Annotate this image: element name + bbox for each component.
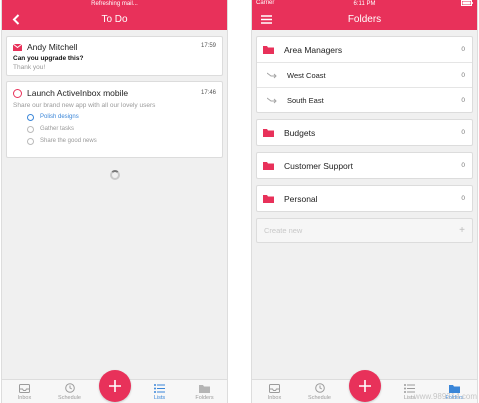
tab-label: Lists xyxy=(153,395,166,401)
status-text: Refreshing mail... xyxy=(91,1,138,7)
tab-schedule[interactable]: Schedule xyxy=(47,380,92,403)
tab-label: Inbox xyxy=(17,395,32,401)
back-button[interactable] xyxy=(9,12,23,26)
folder-label: West Coast xyxy=(287,70,326,80)
battery-icon xyxy=(461,0,473,8)
folder-label: Customer Support xyxy=(284,160,353,171)
mail-subject: Can you upgrade this? xyxy=(13,55,84,62)
folder-item[interactable]: Area Managers 0 xyxy=(257,37,472,62)
clock-icon xyxy=(314,383,325,393)
tab-schedule[interactable]: Schedule xyxy=(297,380,342,403)
tab-inbox[interactable]: Inbox xyxy=(252,380,297,403)
folder-icon xyxy=(199,385,210,393)
folders-screen: Carrier 6:11 PM Folders Area Managers 0 xyxy=(251,0,478,403)
page-title: Folders xyxy=(347,13,382,25)
folder-item[interactable]: Personal 0 xyxy=(257,186,472,211)
folder-item[interactable]: Budgets 0 xyxy=(257,120,472,145)
add-button[interactable] xyxy=(348,370,381,402)
subtask-item[interactable]: Share the good news xyxy=(27,135,216,147)
folder-count: 0 xyxy=(461,71,465,79)
mail-sender: Andy Mitchell xyxy=(27,42,78,52)
task-description: Share our brand new app with all our lov… xyxy=(13,102,156,109)
subtask-list: Polish designs Gather tasks Share the go… xyxy=(27,111,216,147)
folder-item[interactable]: Customer Support 0 xyxy=(257,153,472,178)
folder-group: Budgets 0 xyxy=(256,119,473,146)
folder-count: 0 xyxy=(461,162,465,169)
subtask-label: Gather tasks xyxy=(40,126,75,132)
task-time: 17:46 xyxy=(200,90,216,96)
subtask-label: Share the good news xyxy=(40,138,97,144)
nav-bar: To Do xyxy=(2,8,227,30)
folder-count: 0 xyxy=(461,96,465,104)
nav-bar: Folders xyxy=(252,8,477,30)
carrier-text: Carrier xyxy=(256,0,275,6)
create-folder-field[interactable]: Create new + xyxy=(256,218,473,243)
folder-count: 0 xyxy=(461,46,465,53)
mail-preview: Thank you! xyxy=(13,64,46,71)
clock-icon xyxy=(64,383,75,393)
subtask-label: Polish designs xyxy=(40,114,79,120)
folder-icon xyxy=(263,46,274,54)
subfolder-arrow-icon xyxy=(267,72,277,78)
chevron-left-icon xyxy=(12,13,20,25)
tab-bar: Inbox Schedule Lists Folders xyxy=(2,370,227,403)
folder-count: 0 xyxy=(461,129,465,136)
mail-icon xyxy=(13,43,22,51)
plus-icon xyxy=(358,380,371,392)
folder-label: Personal xyxy=(284,193,318,204)
plus-icon xyxy=(108,380,121,392)
tab-label: Inbox xyxy=(267,395,282,401)
task-card[interactable]: Launch ActiveInbox mobile 17:46 Share ou… xyxy=(6,81,223,158)
folder-count: 0 xyxy=(461,195,465,202)
watermark-text: www.989214.com xyxy=(413,392,477,401)
tab-folders[interactable]: Folders xyxy=(182,380,227,403)
loading-spinner-icon xyxy=(110,170,120,180)
folder-icon xyxy=(263,195,274,203)
folder-group: Area Managers 0 West Coast 0 South East … xyxy=(256,36,473,113)
list-icon xyxy=(154,384,165,393)
tab-inbox[interactable]: Inbox xyxy=(2,380,47,403)
hamburger-icon xyxy=(260,14,272,24)
status-time: 6:11 PM xyxy=(353,1,376,7)
folder-list: Area Managers 0 West Coast 0 South East … xyxy=(252,30,477,379)
folder-icon xyxy=(263,162,274,170)
subfolder-item[interactable]: South East 0 xyxy=(257,87,472,112)
tab-label: Schedule xyxy=(58,395,81,401)
inbox-icon xyxy=(269,384,280,393)
create-folder-placeholder: Create new xyxy=(264,226,303,235)
status-bar: Carrier 6:11 PM xyxy=(252,0,477,8)
subtask-checkbox[interactable] xyxy=(27,113,34,121)
plus-icon[interactable]: + xyxy=(459,225,465,236)
subtask-checkbox[interactable] xyxy=(27,137,34,145)
add-button[interactable] xyxy=(98,370,131,402)
subtask-item[interactable]: Polish designs xyxy=(27,111,216,123)
tab-label: Schedule xyxy=(308,395,331,401)
folder-group: Customer Support 0 xyxy=(256,152,473,179)
tab-lists[interactable]: Lists xyxy=(137,380,182,403)
mail-time: 17:59 xyxy=(200,43,216,49)
folder-icon xyxy=(263,129,274,137)
task-title: Launch ActiveInbox mobile xyxy=(27,88,129,98)
menu-button[interactable] xyxy=(259,12,273,26)
subtask-checkbox[interactable] xyxy=(27,125,34,133)
page-title: To Do xyxy=(101,13,128,25)
todo-screen: Refreshing mail... To Do Andy Mitchell 1… xyxy=(1,0,228,403)
subfolder-item[interactable]: West Coast 0 xyxy=(257,62,472,87)
status-bar: Refreshing mail... xyxy=(2,0,227,8)
task-checkbox[interactable] xyxy=(13,88,22,98)
mail-card[interactable]: Andy Mitchell 17:59 Can you upgrade this… xyxy=(6,36,223,76)
subtask-item[interactable]: Gather tasks xyxy=(27,123,216,135)
tab-label: Folders xyxy=(195,395,214,401)
folder-label: South East xyxy=(287,95,324,105)
todo-list: Andy Mitchell 17:59 Can you upgrade this… xyxy=(2,30,227,379)
folder-label: Area Managers xyxy=(284,44,343,55)
folder-label: Budgets xyxy=(284,127,316,138)
screenshot-stage: Refreshing mail... To Do Andy Mitchell 1… xyxy=(0,0,479,403)
inbox-icon xyxy=(19,384,30,393)
folder-group: Personal 0 xyxy=(256,185,473,212)
subfolder-arrow-icon xyxy=(267,97,277,103)
